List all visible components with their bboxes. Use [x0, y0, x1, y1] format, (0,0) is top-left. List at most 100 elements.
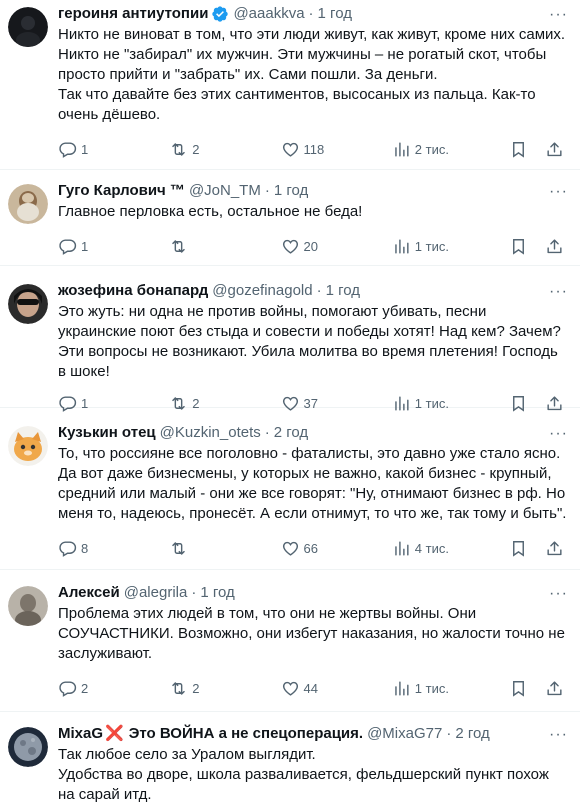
separator: ·	[264, 182, 270, 199]
avatar[interactable]	[8, 7, 48, 47]
views-button[interactable]: 1 тис.	[392, 679, 509, 698]
user-handle[interactable]: @MixaG77	[367, 724, 442, 744]
reply-button[interactable]: 2	[58, 679, 169, 698]
separator: ·	[446, 725, 452, 742]
tweet-header: героиня антиутопии @aaakkva · 1 год	[58, 4, 568, 24]
more-icon[interactable]: ···	[549, 183, 568, 201]
timestamp[interactable]: 1 год	[274, 181, 308, 201]
bookmark-icon	[512, 540, 524, 557]
separator: ·	[316, 282, 322, 299]
display-name[interactable]: героиня антиутопии	[58, 4, 208, 24]
avatar[interactable]	[8, 184, 48, 224]
views-count: 2 тис.	[414, 141, 449, 157]
timestamp[interactable]: 2 год	[274, 423, 308, 443]
share-icon	[547, 680, 562, 695]
user-handle[interactable]: @gozefinagold	[212, 281, 312, 301]
share-icon	[547, 238, 562, 253]
timeline: героиня антиутопии @aaakkva · 1 год Никт…	[0, 0, 580, 807]
views-count: 1 тис.	[414, 680, 449, 696]
display-name-suffix[interactable]: Это ВОЙНА а не спецоперация.	[129, 724, 363, 744]
bookmark-button[interactable]	[509, 679, 532, 698]
timestamp[interactable]: 1 год	[326, 281, 360, 301]
user-handle[interactable]: @Kuzkin_otets	[160, 423, 261, 443]
bookmark-button[interactable]	[509, 140, 532, 159]
share-icon	[547, 540, 562, 555]
repost-icon	[172, 541, 186, 555]
tweet[interactable]: Кузькин отец @Kuzkin_otets · 2 год То, ч…	[0, 408, 580, 570]
bookmark-button[interactable]	[509, 237, 532, 256]
more-icon[interactable]: ···	[549, 283, 568, 301]
display-name[interactable]: жозефина бонапард	[58, 281, 208, 301]
views-icon	[395, 141, 409, 157]
reply-button[interactable]: 1	[58, 237, 169, 256]
repost-button[interactable]: 2	[169, 140, 280, 159]
like-button[interactable]: 20	[281, 237, 392, 256]
avatar[interactable]	[8, 727, 48, 767]
timestamp[interactable]: 2 год	[455, 724, 489, 744]
repost-button[interactable]: 2	[169, 679, 280, 698]
views-count: 1 тис.	[414, 238, 449, 254]
views-button[interactable]: 4 тис.	[392, 539, 509, 558]
like-count: 118	[303, 141, 325, 157]
more-icon[interactable]: ···	[549, 726, 568, 744]
tweet-header: Алексей @alegrila · 1 год	[58, 583, 568, 603]
timestamp[interactable]: 1 год	[200, 583, 234, 603]
like-button[interactable]: 118	[281, 140, 392, 159]
more-icon[interactable]: ···	[549, 6, 568, 24]
reply-count: 8	[81, 540, 89, 556]
share-button[interactable]	[545, 679, 568, 698]
red-cross-emoji: ❌	[105, 725, 124, 742]
views-button[interactable]: 1 тис.	[392, 237, 509, 256]
tweet[interactable]: Гуго Карлович ™ @JoN_TM · 1 год Главное …	[0, 170, 580, 266]
verified-badge-icon	[211, 5, 229, 23]
bookmark-button[interactable]	[509, 539, 532, 558]
tweet-text: Главное перловка есть, остальное не беда…	[58, 203, 363, 220]
like-button[interactable]: 44	[281, 679, 392, 698]
like-icon	[282, 239, 298, 254]
display-name[interactable]: MixaG	[58, 724, 103, 744]
repost-button[interactable]	[169, 237, 280, 256]
share-button[interactable]	[545, 237, 568, 256]
avatar[interactable]	[8, 586, 48, 626]
separator: ·	[264, 424, 270, 441]
tweet[interactable]: жозефина бонапард @gozefinagold · 1 год …	[0, 266, 580, 412]
avatar[interactable]	[8, 426, 48, 466]
display-name[interactable]: Кузькин отец	[58, 423, 156, 443]
repost-button[interactable]	[169, 539, 280, 558]
tweet-header: Гуго Карлович ™ @JoN_TM · 1 год	[58, 181, 568, 201]
tweet[interactable]: MixaG ❌ Это ВОЙНА а не спецоперация. @Mi…	[0, 712, 580, 807]
like-icon	[282, 681, 298, 696]
tweet-text: То, что россияне все поголовно - фаталис…	[58, 445, 570, 522]
repost-count: 2	[192, 141, 200, 157]
more-icon[interactable]: ···	[549, 425, 568, 443]
views-button[interactable]: 2 тис.	[392, 140, 509, 159]
reply-icon	[59, 680, 77, 697]
display-name[interactable]: Гуго Карлович ™	[58, 181, 185, 201]
repost-icon	[172, 239, 186, 253]
more-icon[interactable]: ···	[549, 585, 568, 603]
reply-button[interactable]: 1	[58, 140, 169, 159]
separator: ·	[308, 5, 314, 22]
tweet[interactable]: героиня антиутопии @aaakkva · 1 год Никт…	[0, 0, 580, 170]
user-handle[interactable]: @aaakkva	[233, 4, 304, 24]
bookmark-icon	[512, 680, 524, 697]
action-bar: 1 2 118 2 тис.	[58, 139, 568, 159]
like-button[interactable]: 66	[281, 539, 392, 558]
separator: ·	[191, 584, 197, 601]
reply-icon	[59, 238, 77, 255]
avatar[interactable]	[8, 284, 48, 324]
tweet-header: Кузькин отец @Kuzkin_otets · 2 год	[58, 423, 568, 443]
reply-count: 1	[81, 141, 89, 157]
repost-icon	[172, 142, 186, 156]
display-name[interactable]: Алексей	[58, 583, 120, 603]
repost-icon	[172, 681, 186, 695]
repost-count: 2	[192, 680, 200, 696]
user-handle[interactable]: @JoN_TM	[189, 181, 261, 201]
timestamp[interactable]: 1 год	[318, 4, 352, 24]
reply-button[interactable]: 8	[58, 539, 169, 558]
share-button[interactable]	[545, 140, 568, 159]
tweet[interactable]: Алексей @alegrila · 1 год Проблема этих …	[0, 570, 580, 712]
like-count: 44	[303, 680, 318, 696]
share-button[interactable]	[545, 539, 568, 558]
user-handle[interactable]: @alegrila	[124, 583, 188, 603]
